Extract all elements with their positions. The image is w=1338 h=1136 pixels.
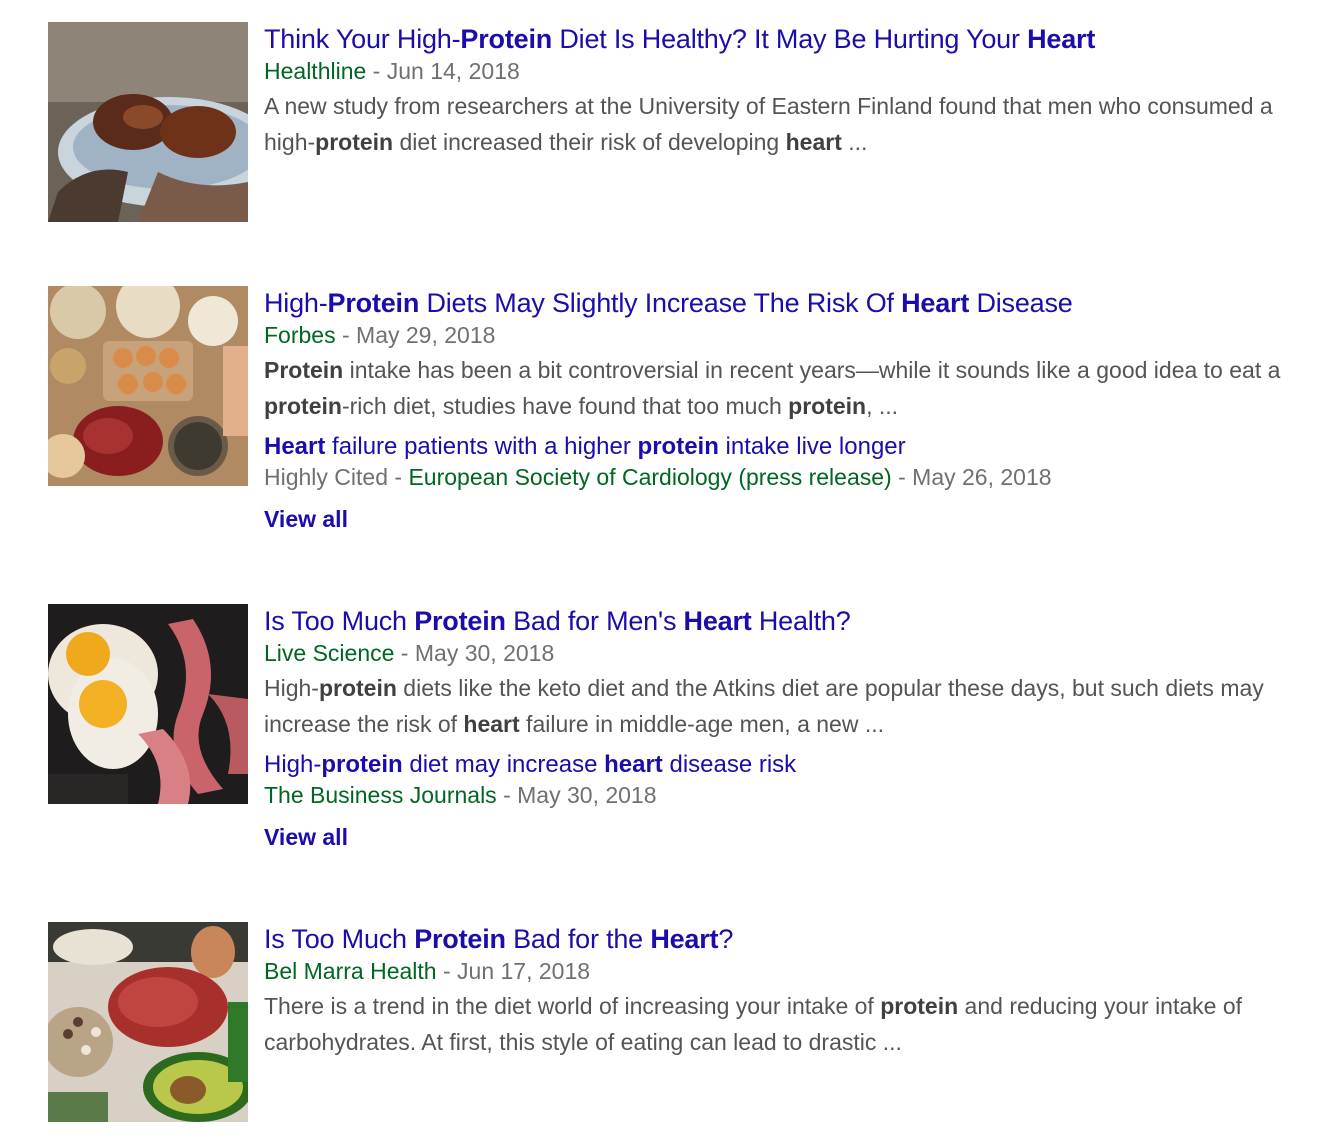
result-snippet: High-protein diets like the keto diet an…	[264, 675, 1264, 737]
highlight-term: protein	[637, 433, 719, 460]
related-story-link[interactable]: High-protein diet may increase heart dis…	[264, 750, 1304, 780]
highlight-term: Heart	[901, 288, 970, 318]
plate-of-grilled-meat-image	[48, 22, 248, 222]
result-date: Jun 17, 2018	[457, 958, 591, 984]
highlight-term: Heart	[650, 924, 719, 954]
highlight-term: Protein	[414, 924, 506, 954]
result-meta: Forbes - May 29, 2018	[264, 320, 1304, 350]
related-story-date: May 26, 2018	[912, 464, 1052, 490]
highlight-term: Protein	[264, 357, 344, 383]
view-all-link[interactable]: View all	[264, 822, 348, 852]
related-story-source: European Society of Cardiology (press re…	[408, 464, 892, 490]
meta-separator: -	[366, 58, 387, 84]
result-title-link[interactable]: Is Too Much Protein Bad for Men's Heart …	[264, 604, 1304, 638]
meta-separator: -	[388, 464, 409, 490]
result-meta: Live Science - May 30, 2018	[264, 638, 1304, 668]
view-all-link[interactable]: View all	[264, 504, 348, 534]
meta-separator: -	[335, 322, 357, 348]
result-date: May 29, 2018	[356, 322, 496, 348]
highlight-term: protein	[880, 993, 959, 1019]
result-thumbnail[interactable]	[48, 286, 248, 486]
meta-separator: -	[394, 640, 415, 666]
fried-eggs-and-bacon-image	[48, 604, 248, 804]
result-snippet: Protein intake has been a bit controvers…	[264, 357, 1281, 419]
highlight-term: protein	[264, 393, 342, 419]
highlight-term: heart	[463, 711, 520, 737]
result-source: Live Science	[264, 640, 395, 666]
meta-separator: -	[891, 464, 913, 490]
highlight-term: protein	[315, 129, 394, 155]
result-date: Jun 14, 2018	[386, 58, 520, 84]
highlight-term: protein	[788, 393, 867, 419]
result-snippet: A new study from researchers at the Univ…	[264, 93, 1273, 155]
highlight-term: protein	[318, 675, 397, 701]
highlight-term: Protein	[414, 606, 506, 636]
highlight-term: Heart	[264, 433, 326, 460]
highlight-term: protein	[321, 751, 403, 778]
result-date: May 30, 2018	[414, 640, 555, 666]
related-story-date: May 30, 2018	[517, 782, 657, 808]
result-title-link[interactable]: Is Too Much Protein Bad for the Heart?	[264, 922, 1304, 956]
related-story-meta: The Business Journals - May 30, 2018	[264, 780, 1304, 810]
result-thumbnail[interactable]	[48, 22, 248, 222]
related-story-link[interactable]: Heart failure patients with a higher pro…	[264, 432, 1304, 462]
result-source: Bel Marra Health	[264, 958, 437, 984]
result-source: Forbes	[264, 322, 336, 348]
highlight-term: Protein	[460, 24, 553, 54]
highlight-term: heart	[785, 129, 842, 155]
meta-separator: -	[496, 782, 518, 808]
result-thumbnail[interactable]	[48, 922, 248, 1122]
highlight-term: Heart	[683, 606, 752, 636]
result-title-link[interactable]: Think Your High-Protein Diet Is Healthy?…	[264, 22, 1304, 56]
related-story-meta: Highly Cited - European Society of Cardi…	[264, 462, 1304, 492]
highlight-term: heart	[604, 751, 663, 778]
result-source: Healthline	[264, 58, 367, 84]
result-meta: Bel Marra Health - Jun 17, 2018	[264, 956, 1304, 986]
highly-cited-label: Highly Cited	[264, 464, 388, 490]
highlight-term: Protein	[327, 288, 420, 318]
result-snippet: There is a trend in the diet world of in…	[264, 993, 1243, 1055]
meta-separator: -	[436, 958, 458, 984]
result-meta: Healthline - Jun 14, 2018	[264, 56, 1304, 86]
result-title-link[interactable]: High-Protein Diets May Slightly Increase…	[264, 286, 1304, 320]
result-thumbnail[interactable]	[48, 604, 248, 804]
steak-avocado-beans-image	[48, 922, 248, 1122]
eggs-and-grains-image	[48, 286, 248, 486]
related-story-source: The Business Journals	[264, 782, 497, 808]
highlight-term: Heart	[1027, 24, 1096, 54]
